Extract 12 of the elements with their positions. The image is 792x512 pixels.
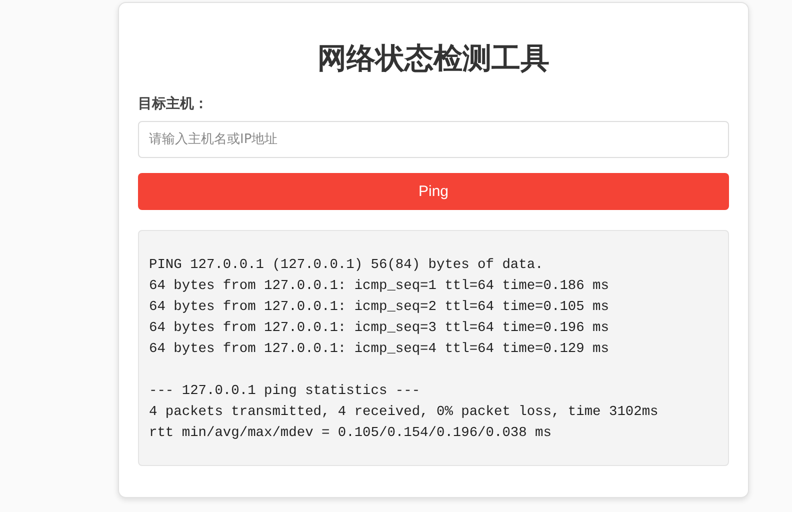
page-title: 网络状态检测工具 <box>318 41 550 76</box>
output-line: PING 127.0.0.1 (127.0.0.1) 56(84) bytes of data. <box>149 256 544 275</box>
output-line: 64 bytes from 127.0.0.1: icmp_seq=3 ttl=64 time=0.196 ms <box>149 320 609 338</box>
output-line: 4 packets transmitted, 4 received, 0% packet loss, time 3102ms <box>149 404 658 422</box>
output-line: --- 127.0.0.1 ping statistics --- <box>149 382 420 401</box>
output-line: rtt min/avg/max/mdev = 0.105/0.154/0.196/0.038 ms <box>149 424 552 443</box>
host-input-field[interactable]: 请输入主机名或IP地址 <box>138 120 729 158</box>
output-line: 64 bytes from 127.0.0.1: icmp_seq=4 ttl=64 time=0.129 ms <box>149 340 609 359</box>
output-line: 64 bytes from 127.0.0.1: icmp_seq=1 ttl=64 time=0.186 ms <box>149 278 609 296</box>
ping-button[interactable]: Ping <box>138 172 729 210</box>
host-label: 目标主机： <box>138 96 208 113</box>
output-line: 64 bytes from 127.0.0.1: icmp_seq=2 ttl=64 time=0.105 ms <box>149 298 609 317</box>
